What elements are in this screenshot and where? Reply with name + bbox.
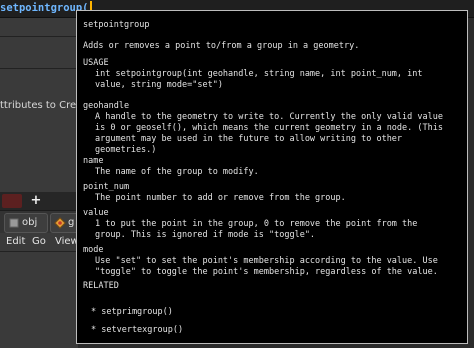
usage-line: value, string mode="set") xyxy=(95,80,223,90)
function-help-tooltip: setpointgroup Adds or removes a point to… xyxy=(76,10,468,344)
usage-line: int setpointgroup(int geohandle, string … xyxy=(95,69,423,79)
path-obj-label: obj xyxy=(22,217,38,228)
param-desc-line: The name of the group to modify. xyxy=(95,167,259,177)
param-name: name xyxy=(83,156,104,166)
param-desc-line: argument may be used in the future to al… xyxy=(95,134,403,144)
left-panel: ttributes to Create xyxy=(0,18,92,348)
param-desc-line: is 0 or geoself(), which means the curre… xyxy=(95,123,443,133)
tooltip-summary: Adds or removes a point to/from a group … xyxy=(83,41,360,51)
param-desc-line: "toggle" to toggle the point's membershi… xyxy=(95,267,438,277)
pane-tab[interactable] xyxy=(2,194,22,208)
usage-heading: USAGE xyxy=(83,58,109,68)
related-link-setprimgroup[interactable]: * setprimgroup() xyxy=(91,307,173,318)
param-desc-line: A handle to the geometry to write to. Cu… xyxy=(95,112,443,122)
path-next-label: g xyxy=(68,217,75,228)
param-desc-line: 1 to put the point in the group, 0 to re… xyxy=(95,219,418,229)
param-desc-line: group. This is ignored if mode is "toggl… xyxy=(95,230,316,240)
param-name: value xyxy=(83,208,109,218)
tooltip-title: setpointgroup xyxy=(83,20,150,30)
related-link-setvertexgroup[interactable]: * setvertexgroup() xyxy=(91,325,183,336)
param-name: point_num xyxy=(83,182,130,192)
path-chip-obj[interactable]: obj xyxy=(4,213,48,233)
divider xyxy=(0,36,78,37)
pane-tab-bar: + xyxy=(0,192,78,210)
pane-menu-bar: Edit Go View xyxy=(0,233,79,252)
param-name: geohandle xyxy=(83,101,130,111)
menu-edit[interactable]: Edit xyxy=(6,236,25,247)
menu-go[interactable]: Go xyxy=(32,236,46,247)
param-desc-line: The point number to add or remove from t… xyxy=(95,193,346,203)
geo-node-icon xyxy=(54,217,66,229)
param-name: mode xyxy=(83,245,104,255)
network-path-bar: obj g xyxy=(0,210,92,233)
related-heading: RELATED xyxy=(83,281,119,291)
param-desc-line: Use "set" to set the point's membership … xyxy=(95,256,438,266)
obj-node-icon xyxy=(9,218,19,228)
param-desc-line: geometries.) xyxy=(95,145,157,155)
add-tab-button[interactable]: + xyxy=(28,192,44,210)
divider xyxy=(0,68,78,69)
